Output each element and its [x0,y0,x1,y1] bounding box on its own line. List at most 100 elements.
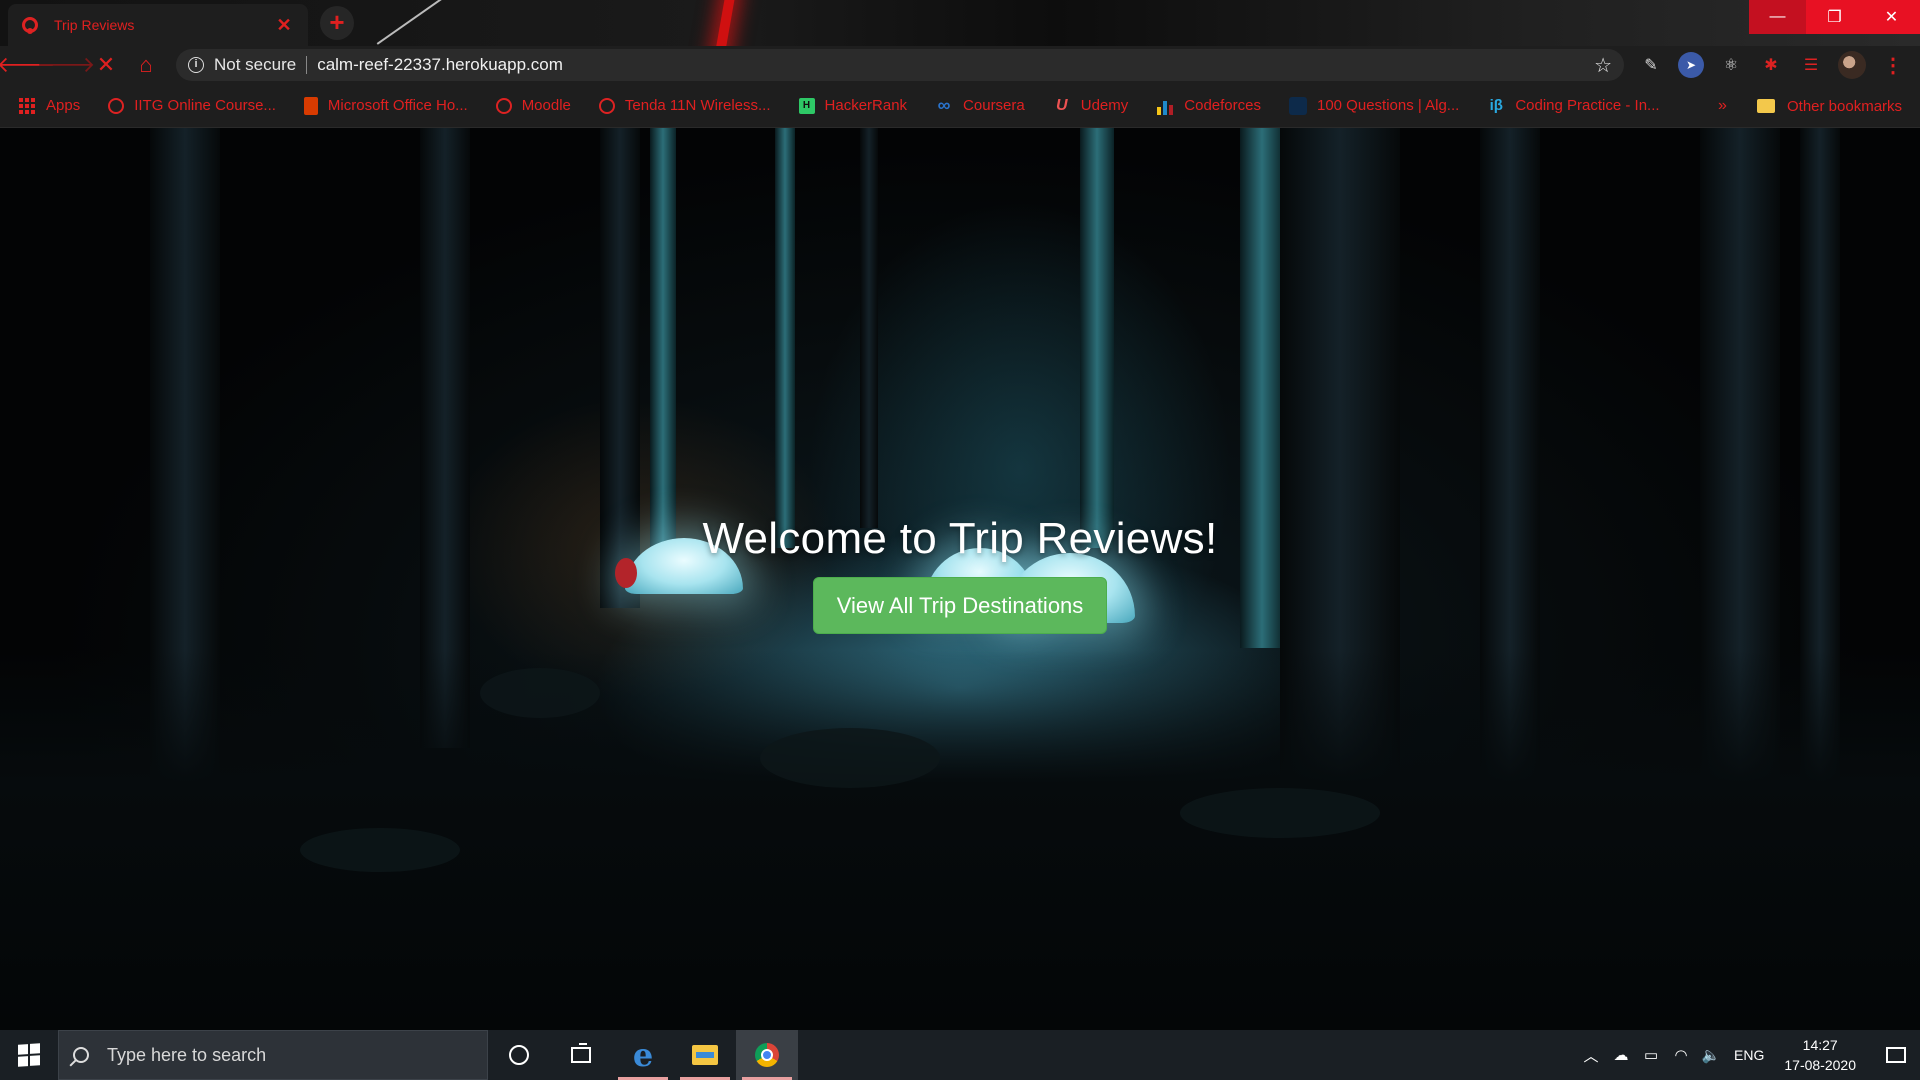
folder-icon [1757,99,1775,113]
rock [760,728,940,788]
page-title: Welcome to Trip Reviews! [702,514,1218,563]
bookmark-100-questions[interactable]: 100 Questions | Alg... [1288,96,1459,115]
tree-trunk [775,128,795,548]
bookmark-codeforces[interactable]: Codeforces [1156,97,1261,115]
stop-loading-button[interactable]: ✕ [86,46,126,84]
clock-date: 17-08-2020 [1784,1057,1856,1073]
office-icon [303,96,318,115]
chrome-icon [755,1043,779,1067]
eyedropper-extension-icon[interactable]: ✎ [1638,52,1664,78]
input-language[interactable]: ENG [1734,1047,1764,1063]
browser-tab-strip: Trip Reviews ✕ + — ❐ ✕ [0,0,1920,46]
bookmark-coursera[interactable]: ∞ Coursera [935,95,1025,115]
rock [1180,788,1380,838]
tree-trunk [860,128,878,528]
info-icon[interactable]: i [188,57,204,73]
file-explorer-taskbar-button[interactable] [674,1030,736,1080]
show-hidden-icons-chevron-icon[interactable]: ︿ [1576,1045,1606,1066]
bookmark-udemy[interactable]: U Udemy [1053,97,1129,115]
site-icon [1288,96,1307,115]
bookmark-coding-practice[interactable]: iβ Coding Practice - In... [1487,97,1660,115]
hero-background-forest-campsite: Welcome to Trip Reviews! View All Trip D… [0,128,1920,1030]
rock [480,668,600,718]
bookmark-apps[interactable]: Apps [18,97,80,115]
windows-taskbar: Type here to search e ︿ ☁ ▭ ◠ 🔈 ENG 14:2… [0,1030,1920,1080]
folder-icon [692,1045,718,1065]
tab-trip-reviews[interactable]: Trip Reviews ✕ [8,4,308,46]
taskbar-search-box[interactable]: Type here to search [58,1030,488,1080]
codeforces-icon [1156,97,1174,115]
bookmark-moodle[interactable]: Moodle [495,97,571,114]
close-window-button[interactable]: ✕ [1863,0,1920,34]
bookmark-iitg[interactable]: IITG Online Course... [108,97,276,114]
new-tab-button[interactable]: + [320,6,354,40]
forest-floor [0,650,1920,1030]
loading-favicon-icon [22,17,38,34]
start-button[interactable] [0,1030,58,1080]
security-status[interactable]: Not secure [214,55,296,75]
system-tray: ︿ ☁ ▭ ◠ 🔈 ENG 14:27 17-08-2020 [1576,1030,1920,1080]
chrome-taskbar-button[interactable] [736,1030,798,1080]
clock[interactable]: 14:27 17-08-2020 [1784,1035,1856,1075]
rock [300,828,460,872]
profile-avatar[interactable] [1838,51,1866,79]
action-center-button[interactable] [1872,1030,1920,1080]
extensions-area: ✎ ➤ ⚛ ✱ ☰ ⋮ [1638,46,1906,84]
windows-logo-icon [18,1043,40,1067]
clock-time: 14:27 [1802,1037,1838,1053]
window-controls: — ❐ ✕ [1749,0,1920,34]
bookmark-label: Apps [46,97,81,114]
url-text[interactable]: calm-reef-22337.herokuapp.com [317,55,1594,75]
tree-trunk [1240,128,1284,648]
react-devtools-icon[interactable]: ⚛ [1718,52,1744,78]
bookmark-label: Coursera [963,97,1025,114]
browser-toolbar: 🡐 🡒 ✕ ⌂ i Not secure calm-reef-22337.her… [0,46,1920,84]
bookmark-label: Coding Practice - In... [1515,97,1660,114]
wifi-icon[interactable]: ◠ [1666,1046,1696,1064]
puzzle-extension-icon[interactable]: ✱ [1758,52,1784,78]
media-router-icon[interactable]: ☰ [1798,52,1824,78]
interviewbit-icon: iβ [1489,97,1503,114]
bookmark-tenda[interactable]: Tenda 11N Wireless... [598,97,771,114]
task-view-icon [571,1043,591,1063]
bookmark-label: Codeforces [1184,97,1261,114]
more-bookmarks-chevron-icon[interactable]: » [1718,97,1727,115]
edge-icon: e [632,1036,654,1074]
home-button[interactable]: ⌂ [126,46,166,84]
cortana-button[interactable] [488,1030,550,1080]
task-view-button[interactable] [550,1030,612,1080]
bookmark-label: Udemy [1080,97,1129,114]
cursor-extension-icon[interactable]: ➤ [1678,52,1704,78]
tab-title: Trip Reviews [54,17,135,33]
bookmark-label: Tenda 11N Wireless... [624,97,771,114]
search-icon [73,1047,89,1063]
address-bar[interactable]: i Not secure calm-reef-22337.herokuapp.c… [176,49,1624,81]
coursera-icon: ∞ [937,95,951,115]
search-placeholder: Type here to search [107,1044,267,1065]
edge-taskbar-button[interactable]: e [612,1030,674,1080]
onedrive-cloud-icon[interactable]: ☁ [1606,1046,1636,1064]
bookmark-star-icon[interactable]: ☆ [1594,53,1612,78]
battery-icon[interactable]: ▭ [1636,1046,1666,1064]
volume-icon[interactable]: 🔈 [1696,1046,1726,1064]
close-tab-icon[interactable]: ✕ [274,15,294,36]
apps-grid-icon [18,97,36,115]
globe-icon [495,97,512,114]
bookmark-hackerrank[interactable]: H HackerRank [798,97,908,114]
globe-icon [598,97,615,114]
bookmark-office[interactable]: Microsoft Office Ho... [303,96,468,115]
theme-decoration [376,0,444,45]
bookmark-label: Microsoft Office Ho... [327,97,468,114]
notification-icon [1886,1047,1906,1063]
minimize-button[interactable]: — [1749,0,1806,34]
other-bookmarks-label: Other bookmarks [1787,97,1903,115]
forward-button[interactable]: 🡒 [37,46,96,84]
restore-button[interactable]: ❐ [1806,0,1863,34]
bookmark-label: HackerRank [824,97,908,114]
kebab-menu-icon[interactable]: ⋮ [1880,52,1906,78]
cortana-icon [509,1045,529,1065]
view-all-destinations-button[interactable]: View All Trip Destinations [813,577,1107,634]
other-bookmarks-folder[interactable]: Other bookmarks [1757,84,1902,128]
divider [306,56,308,74]
globe-icon [108,97,125,114]
